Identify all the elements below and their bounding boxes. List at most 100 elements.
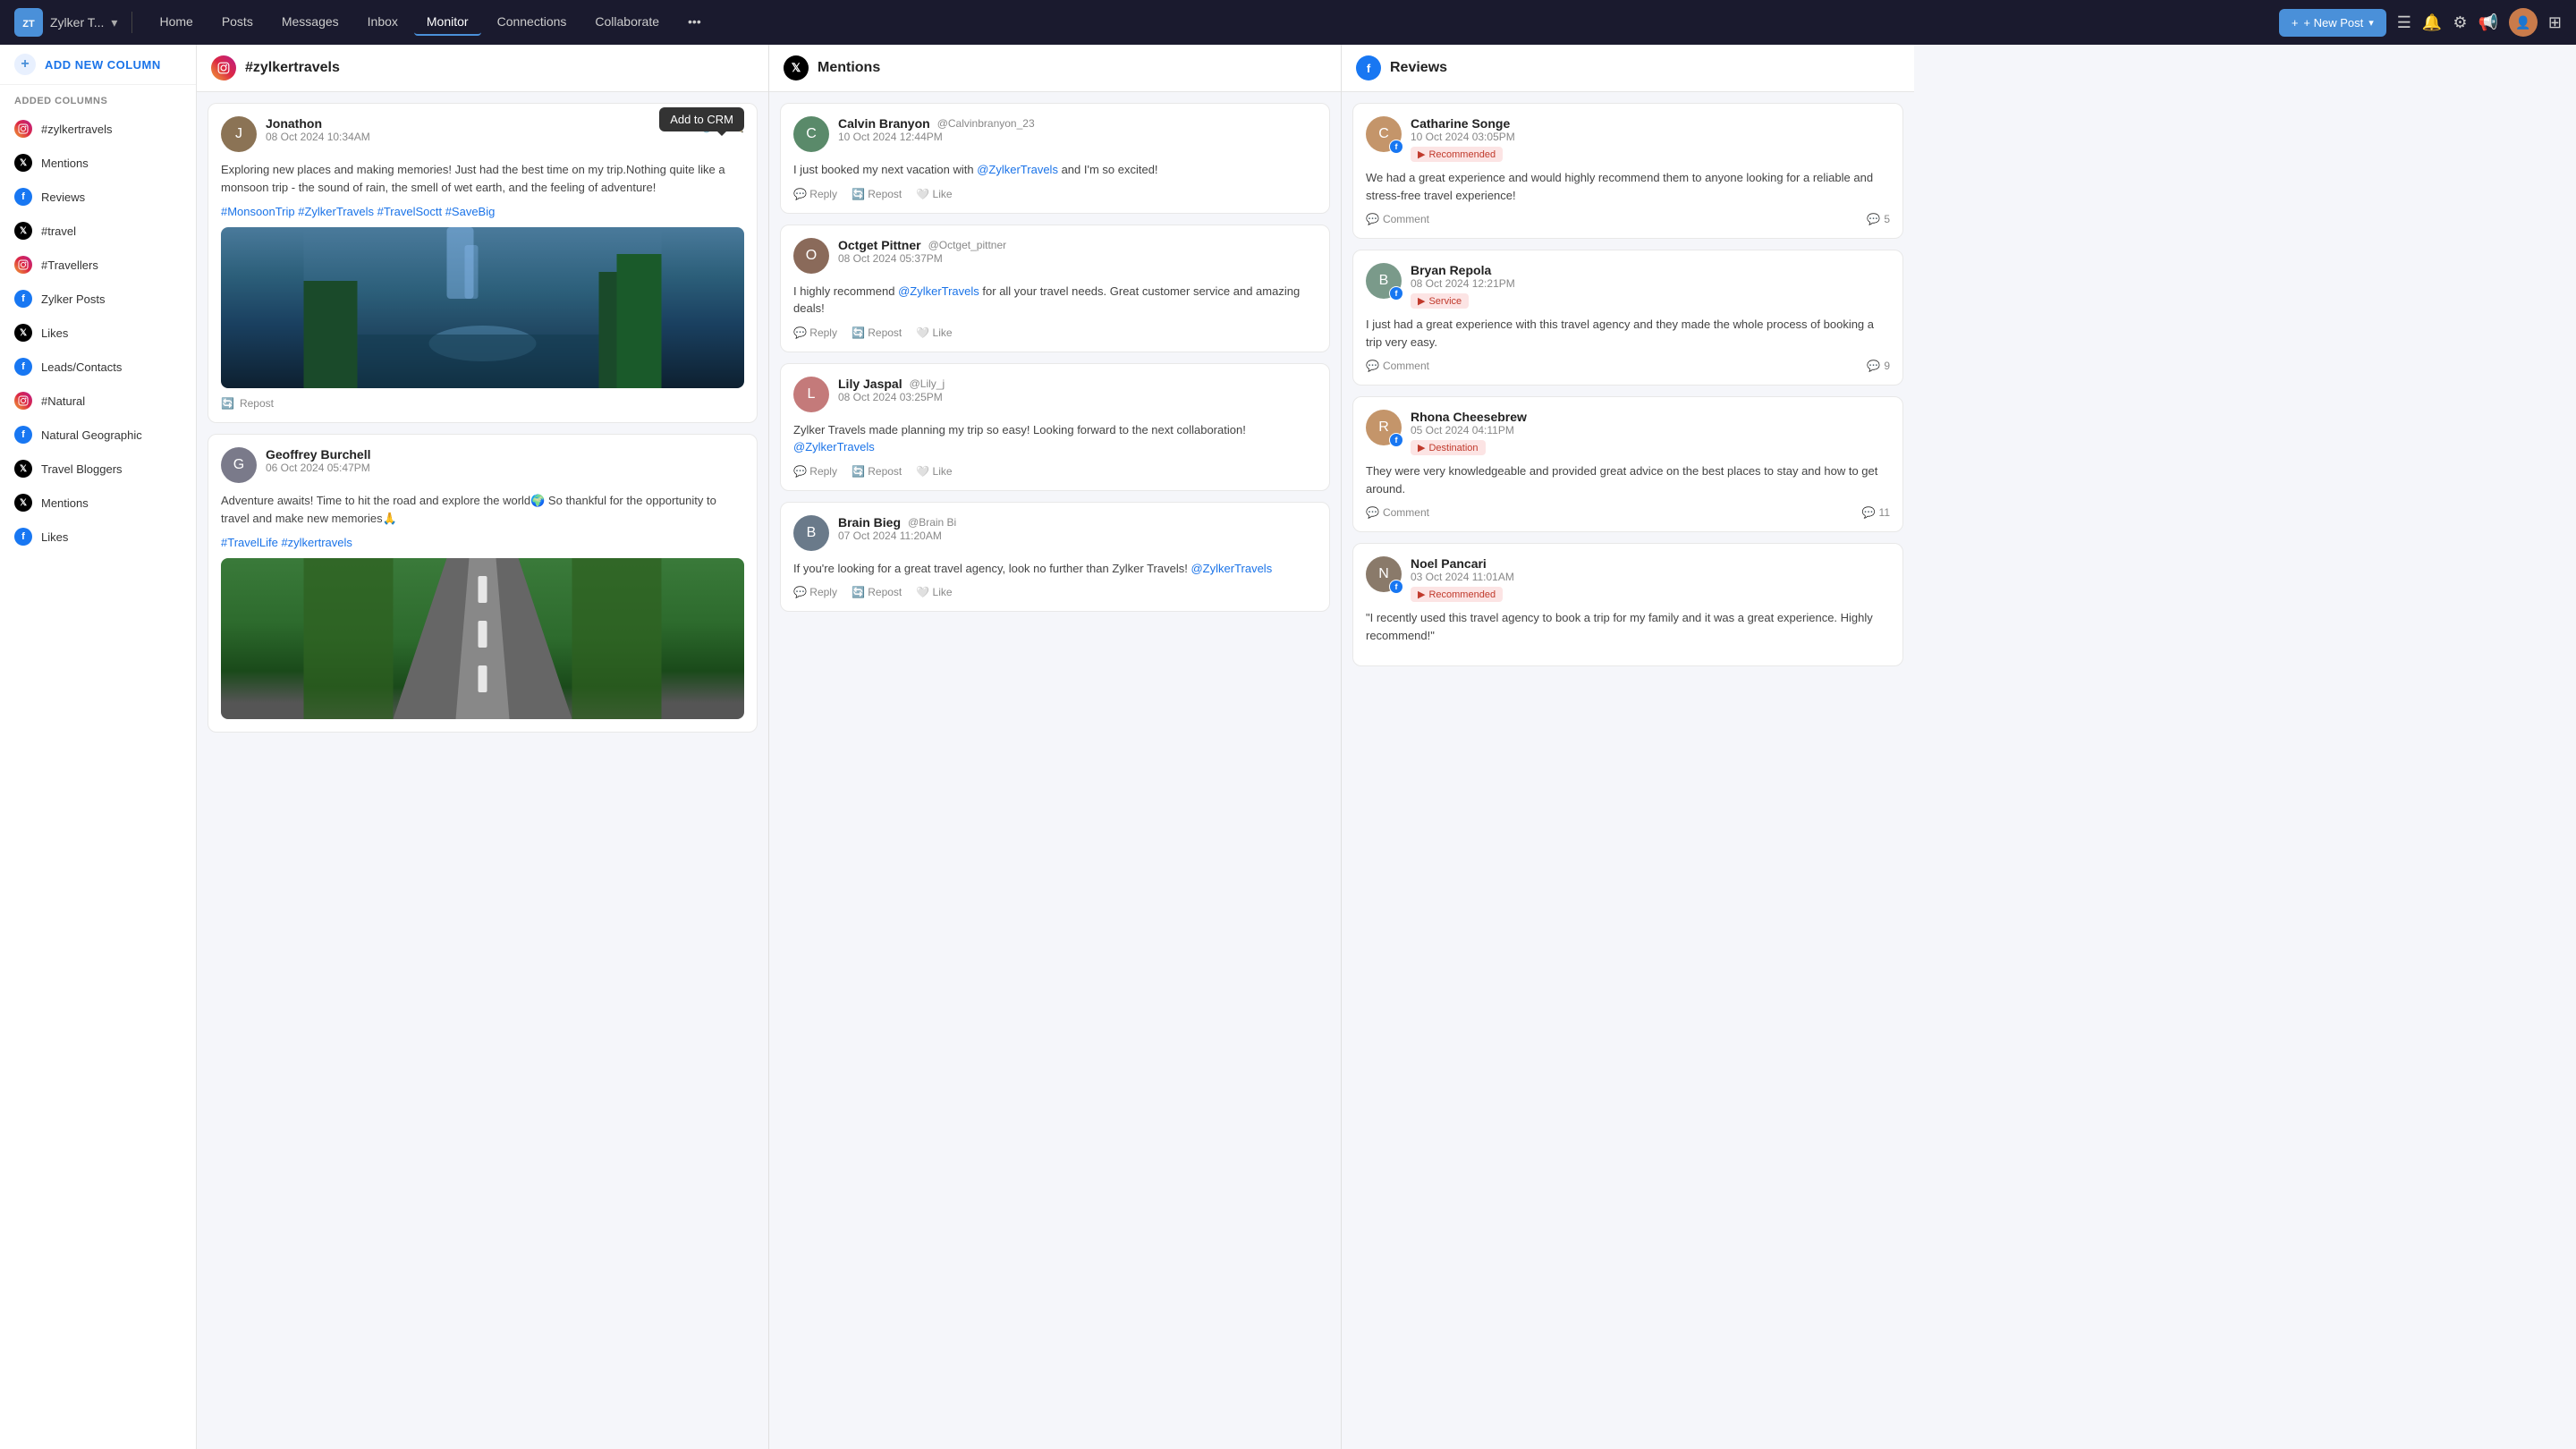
column-header-reviews: f Reviews [1342, 45, 1914, 92]
apps-grid-button[interactable]: ⊞ [2548, 13, 2562, 32]
post-tags-jonathon: #MonsoonTrip #ZylkerTravels #TravelSoctt… [221, 205, 744, 218]
column-title-zylkertravels: #zylkertravels [245, 60, 340, 76]
add-to-crm-tooltip[interactable]: Add to CRM [659, 107, 744, 131]
sidebar-item-label: Likes [41, 326, 68, 340]
reply-action[interactable]: 💬 Reply [793, 326, 837, 339]
nav-messages[interactable]: Messages [269, 9, 352, 36]
reply-action[interactable]: 💬 Reply [793, 188, 837, 200]
repost-action[interactable]: 🔄 Repost [852, 465, 902, 478]
reply-action[interactable]: 💬 Reply [793, 586, 837, 598]
sidebar-item-label: #travel [41, 225, 76, 238]
nav-monitor[interactable]: Monitor [414, 9, 481, 36]
post-meta-geoffrey: Geoffrey Burchell 06 Oct 2024 05:47PM [266, 447, 744, 474]
sidebar-item-likes2-fb[interactable]: f Likes [0, 520, 196, 554]
column-header-mentions: 𝕏 Mentions [769, 45, 1341, 92]
like-action[interactable]: 🤍 Like [916, 465, 952, 478]
sidebar-item-reviews-fb[interactable]: f Reviews [0, 180, 196, 214]
mention-author-name: Brain Bieg [838, 515, 901, 530]
sidebar-item-travellers-ig[interactable]: #Travellers [0, 248, 196, 282]
review-header-rhona: R f Rhona Cheesebrew 05 Oct 2024 04:11PM… [1366, 410, 1890, 455]
comment-icon: 💬 [1366, 213, 1379, 225]
instagram-icon [14, 120, 32, 138]
like-action[interactable]: 🤍 Like [916, 188, 952, 200]
main-navigation: Home Posts Messages Inbox Monitor Connec… [147, 9, 2264, 36]
sidebar-item-zylkertravels-ig[interactable]: #zylkertravels [0, 112, 196, 146]
post-date: 08 Oct 2024 10:34AM [266, 131, 692, 143]
mention-header-octget: O Octget Pittner @Octget_pittner 08 Oct … [793, 238, 1317, 274]
mention-header-calvin: C Calvin Branyon @Calvinbranyon_23 10 Oc… [793, 116, 1317, 152]
post-author-name: Jonathon [266, 116, 692, 131]
mention-author-name: Calvin Branyon [838, 116, 930, 131]
instagram-icon [14, 392, 32, 410]
post-footer-jonathon: 🔄 Repost [221, 397, 744, 410]
tag-label: Recommended [1428, 149, 1496, 160]
sidebar-item-likes-x[interactable]: 𝕏 Likes [0, 316, 196, 350]
brand-logo[interactable]: ZT Zylker T... ▾ [14, 8, 117, 37]
column-header-zylkertravels: #zylkertravels [197, 45, 768, 92]
sidebar-item-label: Likes [41, 530, 68, 544]
sidebar-item-mentions-x[interactable]: 𝕏 Mentions [0, 146, 196, 180]
like-action[interactable]: 🤍 Like [916, 326, 952, 339]
sidebar-item-zylker-posts-fb[interactable]: f Zylker Posts [0, 282, 196, 316]
repost-action[interactable]: 🔄 Repost [852, 586, 902, 598]
review-meta-noel: Noel Pancari 03 Oct 2024 11:01AM ▶ Recom… [1411, 556, 1890, 602]
hamburger-menu-button[interactable]: ☰ [2397, 13, 2411, 32]
mention-link: @ZylkerTravels [1191, 562, 1272, 575]
review-avatar-rhona: R f [1366, 410, 1402, 445]
mention-handle: @Lily_j [910, 377, 945, 390]
like-action[interactable]: 🤍 Like [916, 586, 952, 598]
nav-inbox[interactable]: Inbox [355, 9, 411, 36]
nav-divider [131, 12, 132, 33]
twitter-column-icon: 𝕏 [784, 55, 809, 80]
mention-body-octget: I highly recommend @ZylkerTravels for al… [793, 283, 1317, 318]
comment-action[interactable]: 💬 Comment [1366, 360, 1429, 372]
repost-label[interactable]: Repost [240, 397, 274, 410]
megaphone-button[interactable]: 📢 [2478, 13, 2497, 32]
tag-label: Service [1428, 296, 1462, 307]
sidebar-item-mentions2-x[interactable]: 𝕏 Mentions [0, 486, 196, 520]
brand-name: Zylker T... [50, 15, 104, 30]
settings-button[interactable]: ⚙ [2453, 13, 2467, 32]
notifications-button[interactable]: 🔔 [2422, 13, 2442, 32]
brand-dropdown-icon[interactable]: ▾ [111, 15, 117, 30]
mention-header-lily: L Lily Jaspal @Lily_j 08 Oct 2024 03:25P… [793, 377, 1317, 412]
comment-label: Comment [1383, 213, 1429, 225]
review-avatar-catharine: C f [1366, 116, 1402, 152]
sidebar-item-natural-geographic-fb[interactable]: f Natural Geographic [0, 418, 196, 452]
columns-area: #zylkertravels J Jonathon 08 Oct 2024 10… [197, 45, 2576, 1449]
review-date: 03 Oct 2024 11:01AM [1411, 571, 1890, 583]
review-header-catharine: C f Catharine Songe 10 Oct 2024 03:05PM … [1366, 116, 1890, 162]
nav-home[interactable]: Home [147, 9, 205, 36]
comment-action[interactable]: 💬 Comment [1366, 506, 1429, 519]
sidebar-item-label: #zylkertravels [41, 123, 112, 136]
comment-action[interactable]: 💬 Comment [1366, 213, 1429, 225]
tag-icon: ▶ [1418, 295, 1425, 307]
sidebar-item-leads-fb[interactable]: f Leads/Contacts [0, 350, 196, 384]
review-tag-recommended: ▶ Recommended [1411, 147, 1503, 162]
count-value: 11 [1879, 506, 1890, 519]
repost-action[interactable]: 🔄 Repost [852, 326, 902, 339]
sidebar-item-travel-x[interactable]: 𝕏 #travel [0, 214, 196, 248]
reply-action[interactable]: 💬 Reply [793, 465, 837, 478]
nav-collaborate[interactable]: Collaborate [582, 9, 672, 36]
tag-icon: ▶ [1418, 589, 1425, 600]
review-avatar-bryan: B f [1366, 263, 1402, 299]
new-post-button[interactable]: + + New Post ▾ [2279, 9, 2386, 37]
nav-posts[interactable]: Posts [209, 9, 266, 36]
facebook-icon: f [14, 528, 32, 546]
facebook-column-icon: f [1356, 55, 1381, 80]
facebook-icon: f [14, 358, 32, 376]
nav-more[interactable]: ••• [675, 9, 714, 36]
sidebar-item-travel-bloggers-x[interactable]: 𝕏 Travel Bloggers [0, 452, 196, 486]
nav-connections[interactable]: Connections [485, 9, 580, 36]
review-avatar-noel: N f [1366, 556, 1402, 592]
svg-text:ZT: ZT [22, 19, 35, 30]
user-avatar[interactable]: 👤 [2509, 8, 2538, 37]
sidebar-item-natural-ig[interactable]: #Natural [0, 384, 196, 418]
review-card-rhona: R f Rhona Cheesebrew 05 Oct 2024 04:11PM… [1352, 396, 1903, 532]
repost-action[interactable]: 🔄 Repost [852, 188, 902, 200]
review-body-bryan: I just had a great experience with this … [1366, 316, 1890, 351]
add-new-column-button[interactable]: + ADD NEW COLUMN [0, 45, 196, 85]
review-card-noel: N f Noel Pancari 03 Oct 2024 11:01AM ▶ R… [1352, 543, 1903, 666]
mention-meta-brain: Brain Bieg @Brain Bi 07 Oct 2024 11:20AM [838, 515, 1317, 542]
